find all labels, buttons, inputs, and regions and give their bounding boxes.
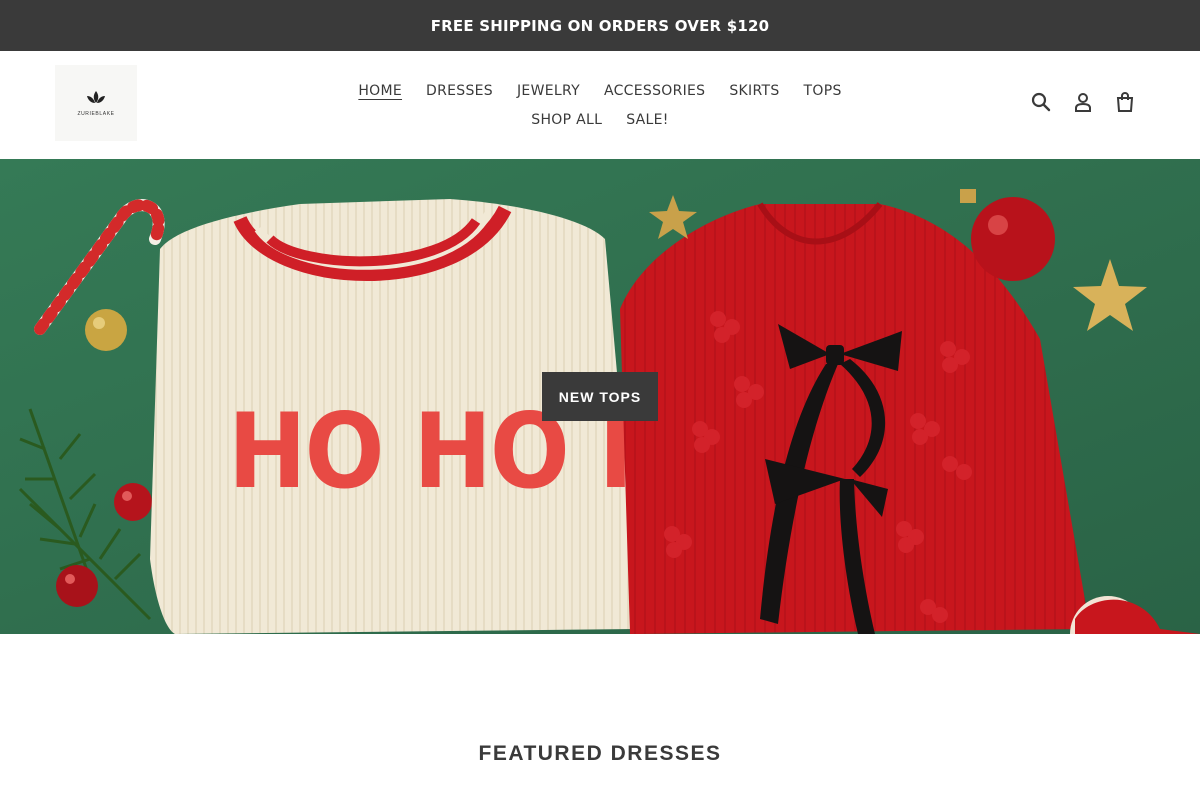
hero-banner: HO HO HO NEW TOPS: [0, 159, 1200, 634]
nav-dresses[interactable]: DRESSES: [426, 83, 493, 99]
logo[interactable]: ZURIEBLAKE: [55, 65, 137, 141]
main-nav: HOME DRESSES JEWELRY ACCESSORIES SKIRTS …: [330, 76, 870, 134]
account-icon[interactable]: [1072, 91, 1094, 113]
site-header: ZURIEBLAKE HOME DRESSES JEWELRY ACCESSOR…: [0, 51, 1200, 159]
nav-row-secondary: SHOP ALL SALE!: [330, 105, 870, 134]
nav-home[interactable]: HOME: [358, 83, 402, 99]
nav-skirts[interactable]: SKIRTS: [729, 83, 779, 99]
nav-row-primary: HOME DRESSES JEWELRY ACCESSORIES SKIRTS …: [330, 76, 870, 105]
nav-tops[interactable]: TOPS: [804, 83, 842, 99]
search-icon[interactable]: [1030, 91, 1052, 113]
new-tops-button[interactable]: NEW TOPS: [542, 372, 658, 421]
cart-icon[interactable]: [1114, 91, 1136, 113]
featured-dresses-title: FEATURED DRESSES: [478, 742, 722, 765]
nav-accessories[interactable]: ACCESSORIES: [604, 83, 705, 99]
nav-sale[interactable]: SALE!: [626, 112, 668, 128]
logo-text: ZURIEBLAKE: [77, 111, 115, 117]
header-icons: [1030, 91, 1136, 113]
nav-jewelry[interactable]: JEWELRY: [517, 83, 580, 99]
announcement-text: FREE SHIPPING ON ORDERS OVER $120: [430, 16, 770, 35]
nav-shop-all[interactable]: SHOP ALL: [531, 112, 602, 128]
announcement-bar: FREE SHIPPING ON ORDERS OVER $120: [0, 0, 1200, 51]
logo-leaf-icon: [87, 91, 105, 103]
